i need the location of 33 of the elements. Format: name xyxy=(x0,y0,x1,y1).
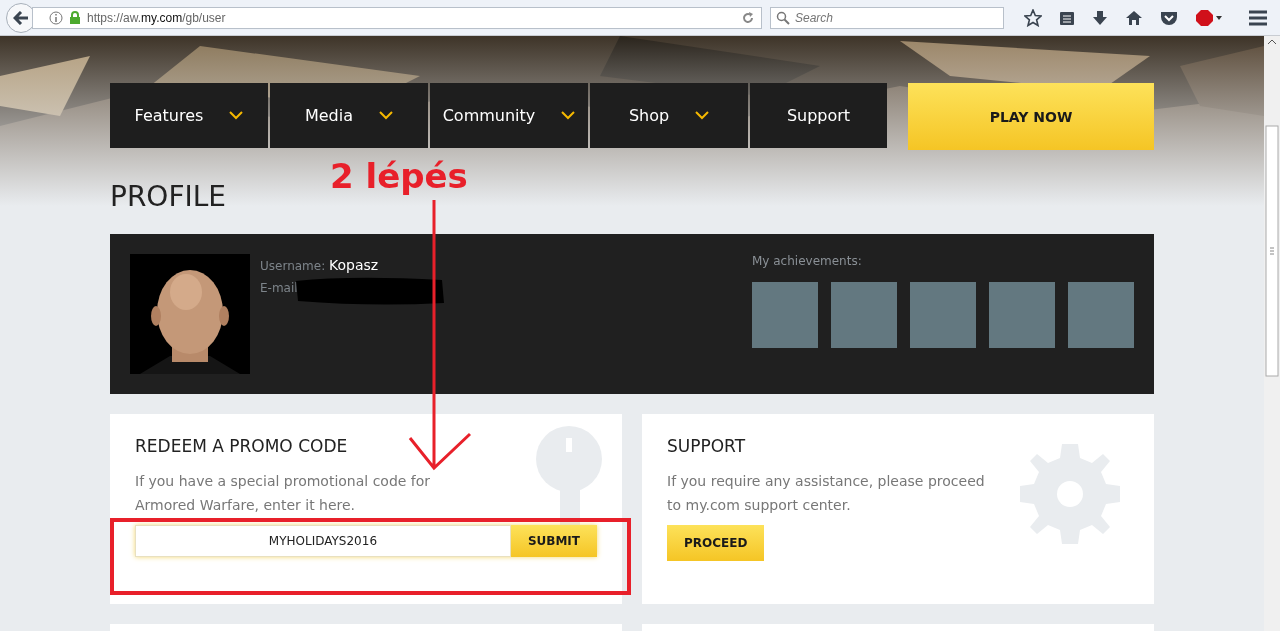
card-title: REDEEM A PROMO CODE xyxy=(135,436,349,456)
nav-item[interactable]: Shop xyxy=(590,83,748,148)
menu-icon[interactable] xyxy=(1248,9,1268,26)
username: Kopasz xyxy=(329,257,379,273)
username-label: Username: xyxy=(260,259,326,273)
card-text: If you require any assistance, please proceed to my.com support center. xyxy=(667,472,986,515)
star-icon[interactable] xyxy=(1024,8,1042,27)
address-bar[interactable]: https://aw.my.com/gb/user xyxy=(32,6,762,29)
back-arrow-icon xyxy=(13,10,29,25)
info-icon[interactable] xyxy=(49,10,63,25)
proceed-button[interactable]: PROCEED xyxy=(667,525,765,561)
search-icon xyxy=(776,10,790,25)
email-label: E-mail xyxy=(260,281,298,295)
reload-icon[interactable] xyxy=(741,10,755,25)
home-icon[interactable] xyxy=(1125,9,1143,26)
nav-item[interactable]: Features xyxy=(110,83,268,148)
card-title: SUPPORT xyxy=(667,436,747,456)
page-title: PROFILE xyxy=(110,180,228,215)
reading-list-icon[interactable] xyxy=(1059,9,1075,26)
promo-code-field[interactable]: MYHOLIDAYS2016 xyxy=(135,525,511,557)
download-icon[interactable] xyxy=(1092,9,1108,26)
submit-button[interactable]: SUBMIT xyxy=(510,525,597,557)
search-field[interactable]: Search xyxy=(770,6,1004,29)
lock-icon xyxy=(69,11,81,24)
annotation-label: 2 lépés xyxy=(330,156,468,196)
nav-item[interactable]: Community xyxy=(430,83,588,148)
card-text: If you have a special promotional code for Armored Warfare, enter it here. xyxy=(135,472,432,515)
achievements-label: My achievements: xyxy=(752,254,863,268)
play-now-button[interactable]: PLAY NOW xyxy=(908,83,1154,150)
adblock-icon[interactable] xyxy=(1195,8,1223,27)
nav-item[interactable]: Support xyxy=(750,83,887,148)
nav-item[interactable]: Media xyxy=(270,83,428,148)
pocket-icon[interactable] xyxy=(1160,9,1178,26)
